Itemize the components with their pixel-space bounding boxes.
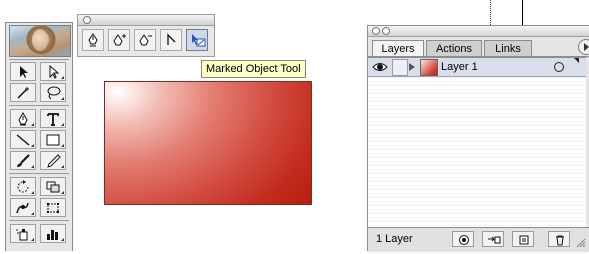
eye-icon[interactable] <box>372 60 388 74</box>
add-anchor-point-tool-button[interactable] <box>108 29 130 51</box>
pen-icon <box>88 33 98 47</box>
pen-icon <box>18 112 28 126</box>
tab-layers[interactable]: Layers <box>372 40 424 57</box>
free-transform-icon <box>47 203 59 213</box>
pen-tool-button[interactable] <box>82 29 104 51</box>
close-button[interactable] <box>83 16 91 24</box>
layers-list[interactable] <box>368 57 586 254</box>
type-icon <box>47 113 59 126</box>
line-icon <box>16 134 30 146</box>
line-tool[interactable] <box>10 130 36 149</box>
delete-anchor-point-tool-button[interactable] <box>134 29 156 51</box>
magic-wand-tool[interactable] <box>10 83 36 102</box>
rotate-icon <box>17 180 29 193</box>
layer-name[interactable]: Layer 1 <box>441 60 478 74</box>
type-tool[interactable] <box>40 109 66 128</box>
minimize-button[interactable] <box>382 27 390 35</box>
trash-icon <box>556 235 564 246</box>
selection-tool[interactable] <box>10 62 36 81</box>
rotate-tool[interactable] <box>10 177 36 196</box>
add-anchor-point-icon <box>113 34 126 46</box>
tooltip: Marked Object Tool <box>201 60 306 78</box>
divider <box>9 59 69 60</box>
symbol-sprayer-tool[interactable] <box>10 224 36 243</box>
magic-wand-icon <box>17 87 29 99</box>
convert-anchor-point-icon <box>167 33 176 45</box>
gradient-rectangle[interactable] <box>104 81 312 205</box>
marked-object-icon <box>192 34 206 47</box>
free-transform-tool[interactable] <box>40 198 66 217</box>
layer-row[interactable]: Layer 1 <box>368 58 586 77</box>
scale-tool[interactable] <box>40 177 66 196</box>
create-sublayer-icon <box>488 236 501 244</box>
layers-footer: 1 Layer <box>368 227 589 252</box>
guide-line <box>490 0 491 25</box>
direct-selection-icon <box>49 65 60 79</box>
pen-tool[interactable] <box>10 109 36 128</box>
paintbrush-icon <box>17 154 30 167</box>
layer-thumbnail <box>420 59 438 76</box>
graph-icon <box>47 230 58 240</box>
symbol-sprayer-icon <box>16 229 28 241</box>
paintbrush-tool[interactable] <box>10 151 36 170</box>
lock-toggle[interactable] <box>392 59 408 76</box>
delete-anchor-point-icon <box>139 34 152 46</box>
target-circle-icon[interactable] <box>554 62 564 72</box>
close-button[interactable] <box>372 27 380 35</box>
tab-links[interactable]: Links <box>484 40 532 56</box>
direct-selection-tool[interactable] <box>40 62 66 81</box>
make-clipping-mask-button[interactable] <box>452 231 474 247</box>
triangle-right-icon <box>584 43 589 51</box>
resize-grip-icon[interactable] <box>576 238 586 248</box>
graph-tool[interactable] <box>40 224 66 243</box>
divider <box>9 220 69 221</box>
make-clipping-mask-icon <box>459 235 469 245</box>
layers-titlebar[interactable] <box>368 26 589 37</box>
expand-triangle-icon[interactable] <box>409 63 415 71</box>
layers-palette: Layers Actions Links Layer 1 1 Layer <box>367 25 589 254</box>
tools-palette <box>5 22 73 251</box>
rectangle-tool[interactable] <box>40 130 66 149</box>
pencil-icon <box>47 154 61 168</box>
layer-count: 1 Layer <box>376 233 413 245</box>
warp-icon <box>16 202 29 214</box>
scale-icon <box>46 181 60 193</box>
rectangle-icon <box>46 134 60 146</box>
create-sublayer-button[interactable] <box>482 231 504 247</box>
selected-art-indicator[interactable] <box>574 58 579 63</box>
palette-menu-button[interactable] <box>578 39 589 55</box>
tearoff-titlebar[interactable] <box>78 15 214 26</box>
guide-line <box>522 0 523 25</box>
convert-anchor-point-tool-button[interactable] <box>160 29 182 51</box>
new-layer-button[interactable] <box>512 231 534 247</box>
marked-object-tool-button[interactable] <box>186 29 208 51</box>
warp-tool[interactable] <box>10 198 36 217</box>
tab-actions[interactable]: Actions <box>426 40 482 56</box>
lasso-tool[interactable] <box>40 83 66 102</box>
tools-palette-artwork <box>9 25 71 57</box>
selection-icon <box>20 66 28 78</box>
divider <box>9 173 69 174</box>
divider <box>9 105 69 106</box>
new-layer-icon <box>519 235 529 245</box>
pen-tools-tearoff <box>77 14 215 57</box>
delete-layer-button[interactable] <box>548 231 570 247</box>
pencil-tool[interactable] <box>40 151 66 170</box>
lasso-icon <box>47 86 61 100</box>
